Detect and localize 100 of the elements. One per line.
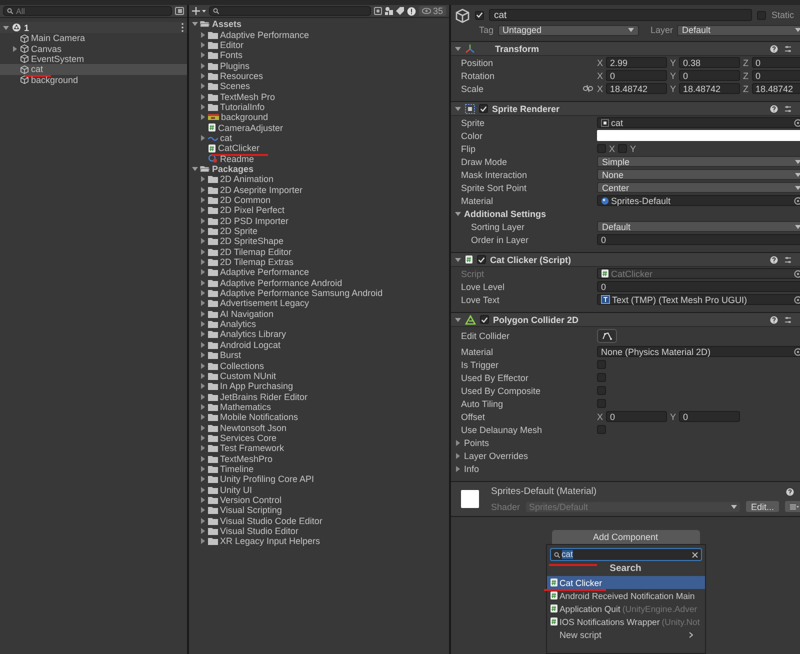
component-result[interactable]: Android Received Notification Main — [546, 589, 704, 602]
settings-icon[interactable] — [784, 104, 792, 112]
hierarchy-item[interactable]: EventSystem — [0, 54, 187, 64]
project-item[interactable]: 2D Pixel Perfect — [189, 205, 449, 216]
expander-icon[interactable] — [200, 186, 206, 193]
project-item[interactable]: Plugins — [189, 60, 449, 71]
layer-dropdown[interactable]: Default — [677, 24, 800, 36]
number-field[interactable]: 0 — [606, 411, 667, 422]
expander-icon[interactable] — [455, 256, 461, 262]
project-item[interactable]: Timeline — [189, 464, 449, 474]
project-item[interactable]: cat — [189, 132, 449, 144]
project-item[interactable]: Visual Studio Code Editor — [189, 516, 449, 526]
project-item[interactable]: Scenes — [189, 81, 449, 92]
expander-icon[interactable] — [200, 372, 206, 379]
dropdown[interactable]: Default — [597, 221, 800, 232]
checkbox[interactable] — [597, 425, 606, 434]
expander-icon[interactable] — [200, 197, 206, 204]
checkbox[interactable] — [480, 315, 489, 324]
checkbox[interactable] — [597, 386, 606, 395]
more-options-icon[interactable] — [181, 23, 184, 32]
expander-icon[interactable] — [200, 528, 206, 534]
expander-icon[interactable] — [200, 218, 206, 224]
project-item[interactable]: Android Logcat — [189, 340, 449, 350]
add-menu-icon[interactable] — [192, 7, 206, 15]
expander-icon[interactable] — [200, 424, 206, 431]
project-item[interactable]: In App Purchasing — [189, 381, 449, 392]
object-field[interactable]: Sprites-Default — [597, 195, 800, 206]
expander-icon[interactable] — [455, 210, 461, 216]
tag-dropdown[interactable]: Untagged — [498, 24, 639, 36]
project-item[interactable]: Packages — [189, 164, 449, 174]
name-field[interactable]: cat — [489, 9, 752, 21]
project-item[interactable]: background — [189, 112, 449, 122]
checkbox[interactable] — [597, 399, 606, 408]
number-field[interactable]: 18.48742 — [752, 83, 800, 94]
expander-icon[interactable] — [200, 32, 206, 38]
number-field[interactable]: 0.38 — [679, 57, 740, 68]
project-item[interactable]: 2D Tilemap Extras — [189, 256, 449, 268]
project-item[interactable]: Readme — [189, 153, 449, 164]
project-item[interactable]: TextMeshPro — [189, 453, 449, 464]
expander-icon[interactable] — [200, 176, 206, 182]
expander-icon[interactable] — [200, 507, 206, 514]
warning-icon[interactable] — [406, 6, 416, 16]
expander-icon[interactable] — [200, 238, 206, 244]
project-item[interactable]: Adaptive Performance Samsung Android — [189, 288, 449, 298]
number-field[interactable]: 2.99 — [606, 57, 667, 68]
component-result[interactable]: IOS Notifications Wrapper (Unity.Not — [546, 615, 704, 628]
filter-icon[interactable] — [374, 7, 382, 15]
checkbox[interactable] — [477, 255, 486, 264]
expander-icon[interactable] — [200, 466, 206, 472]
help-icon[interactable] — [770, 316, 778, 324]
foldout-label[interactable]: Layer Overrides — [464, 450, 528, 460]
object-field[interactable]: cat — [597, 117, 800, 128]
component-result[interactable]: Application Quit (UnityEngine.Adver — [546, 602, 704, 615]
expander-icon[interactable] — [200, 280, 206, 286]
project-item[interactable]: Analytics Library — [189, 329, 449, 340]
expander-icon[interactable] — [455, 466, 461, 472]
project-item[interactable]: Fonts — [189, 50, 449, 60]
expander-icon[interactable] — [200, 52, 206, 58]
checkbox[interactable] — [479, 104, 488, 113]
object-field[interactable]: None (Physics Material 2D) — [597, 346, 800, 357]
expander-icon[interactable] — [455, 316, 461, 322]
project-item[interactable]: AI Navigation — [189, 308, 449, 319]
expander-icon[interactable] — [200, 248, 206, 255]
expander-icon[interactable] — [200, 259, 206, 266]
expander-icon[interactable] — [200, 207, 206, 214]
dropdown[interactable]: None — [597, 169, 800, 180]
expander-icon[interactable] — [200, 83, 206, 90]
project-item[interactable]: JetBrains Rider Editor — [189, 391, 449, 402]
expander-icon[interactable] — [200, 269, 206, 276]
search-field[interactable]: All — [3, 6, 172, 16]
object-picker-icon[interactable] — [794, 196, 800, 204]
settings-icon[interactable] — [784, 316, 792, 324]
project-item[interactable]: 2D Sprite — [189, 226, 449, 236]
hidden-packages-toggle[interactable]: 35 — [418, 6, 446, 16]
expander-icon[interactable] — [200, 310, 206, 317]
expander-icon[interactable] — [200, 290, 206, 296]
help-icon[interactable] — [770, 104, 778, 112]
expander-icon[interactable] — [200, 414, 206, 420]
project-item[interactable]: Advertisement Legacy — [189, 298, 449, 309]
help-icon[interactable] — [770, 256, 778, 264]
project-item[interactable]: Analytics — [189, 318, 449, 330]
component-header[interactable]: Polygon Collider 2D — [451, 313, 800, 327]
number-field[interactable]: 0 — [597, 281, 800, 292]
number-field[interactable]: 0 — [679, 70, 740, 81]
component-header[interactable]: Transform — [451, 42, 800, 56]
project-item[interactable]: Editor — [189, 40, 449, 50]
project-item[interactable]: 2D PSD Importer — [189, 216, 449, 226]
project-item[interactable]: TutorialInfo — [189, 102, 449, 112]
checkbox[interactable] — [597, 360, 606, 369]
project-item[interactable]: Version Control — [189, 494, 449, 506]
hierarchy-item[interactable]: Canvas — [0, 43, 187, 54]
expander-icon[interactable] — [200, 404, 206, 410]
project-item[interactable]: CatClicker — [189, 143, 449, 154]
number-field[interactable]: 0 — [597, 234, 800, 245]
expander-icon[interactable] — [200, 300, 206, 306]
number-field[interactable]: 18.48742 — [679, 83, 740, 94]
project-item[interactable]: 2D Common — [189, 194, 449, 206]
expander-icon[interactable] — [200, 538, 206, 544]
project-item[interactable]: Custom NUnit — [189, 370, 449, 382]
dropdown[interactable]: Center — [597, 182, 800, 193]
